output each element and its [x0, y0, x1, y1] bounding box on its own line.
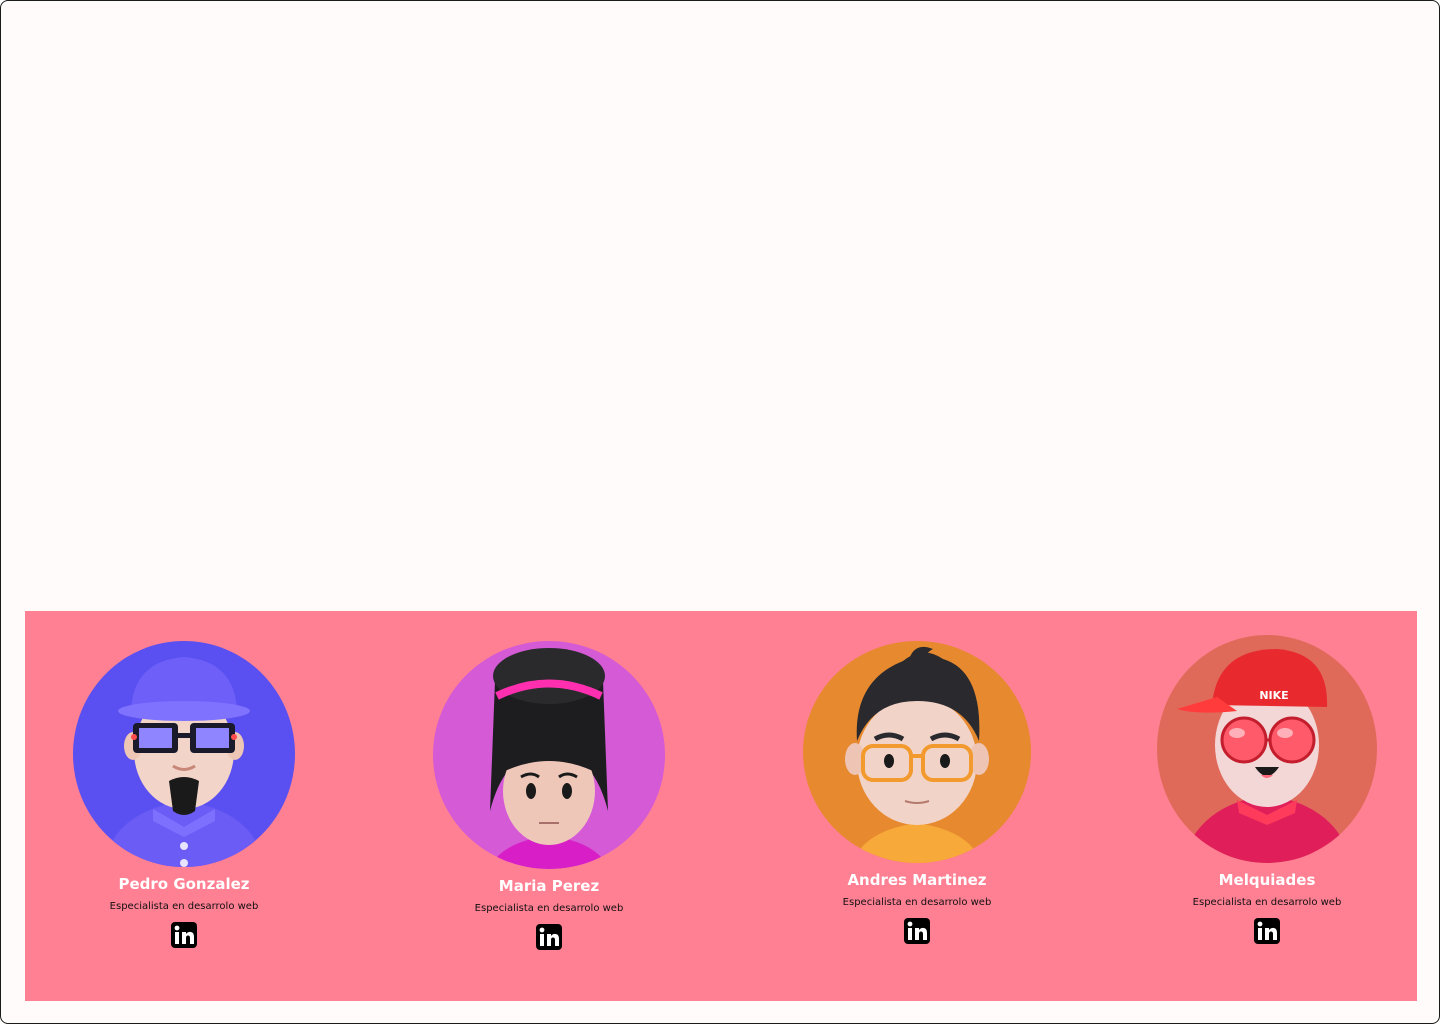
member-name: Melquiades	[1218, 871, 1316, 889]
linkedin-icon[interactable]	[1253, 917, 1281, 945]
avatar-pedro	[73, 641, 295, 867]
member-name: Maria Perez	[498, 877, 600, 895]
member-role: Especialista en desarrolo web	[1192, 897, 1342, 908]
avatar-melquiades: NIKE	[1157, 635, 1377, 863]
member-role: Especialista en desarrolo web	[109, 901, 259, 912]
team-section: Pedro Gonzalez Especialista en desarrolo…	[25, 611, 1417, 1001]
team-member-card: Pedro Gonzalez Especialista en desarrolo…	[54, 611, 314, 949]
team-member-card: Maria Perez Especialista en desarrolo we…	[419, 611, 679, 951]
member-role: Especialista en desarrolo web	[842, 897, 992, 908]
page-frame: Pedro Gonzalez Especialista en desarrolo…	[0, 0, 1440, 1024]
member-name: Pedro Gonzalez	[118, 875, 250, 893]
team-member-card: NIKE Melquiades Especialista en desarrol…	[1137, 611, 1397, 945]
linkedin-icon[interactable]	[170, 921, 198, 949]
avatar-maria	[433, 641, 665, 869]
team-member-card: Andres Martinez Especialista en desarrol…	[787, 611, 1047, 945]
cap-logo-text: NIKE	[1259, 689, 1288, 702]
avatar-andres	[803, 641, 1031, 863]
linkedin-icon[interactable]	[903, 917, 931, 945]
linkedin-icon[interactable]	[535, 923, 563, 951]
member-name: Andres Martinez	[847, 871, 987, 889]
member-role: Especialista en desarrolo web	[474, 903, 624, 914]
